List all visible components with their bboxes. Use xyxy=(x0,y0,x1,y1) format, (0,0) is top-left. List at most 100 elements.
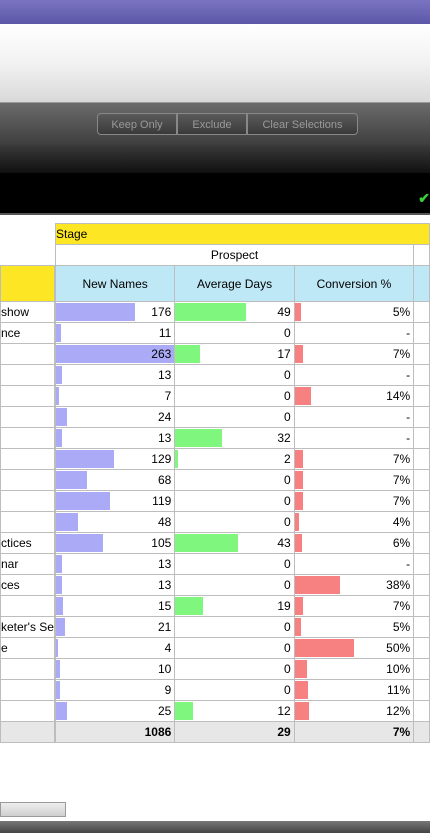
table-row[interactable]: nar 13 0- xyxy=(0,553,430,575)
conversion-cell[interactable]: 7% xyxy=(293,595,415,617)
average-days-cell[interactable]: 2 xyxy=(174,448,295,470)
table-row[interactable]: nce 11 0- xyxy=(0,322,430,344)
row-label[interactable] xyxy=(0,469,55,491)
table-row[interactable]: 68 0 7% xyxy=(0,469,430,491)
average-days-cell[interactable]: 0 xyxy=(174,616,295,638)
row-label[interactable]: ces xyxy=(0,574,55,596)
conversion-cell[interactable]: - xyxy=(293,364,415,386)
new-names-cell[interactable]: 9 xyxy=(54,679,176,701)
average-days-cell[interactable]: 0 xyxy=(174,658,295,680)
table-row[interactable]: show 176 49 5% xyxy=(0,301,430,323)
average-days-cell[interactable]: 0 xyxy=(174,637,295,659)
new-names-cell[interactable]: 15 xyxy=(54,595,176,617)
conversion-cell[interactable]: 5% xyxy=(293,616,415,638)
prospect-header[interactable]: Prospect xyxy=(54,244,415,266)
new-names-cell[interactable]: 13 xyxy=(54,574,176,596)
table-row[interactable]: 7 0 14% xyxy=(0,385,430,407)
table-row[interactable]: ctices 105 43 6% xyxy=(0,532,430,554)
column-header-average-days[interactable]: Average Days xyxy=(174,265,295,302)
new-names-cell[interactable]: 11 xyxy=(54,322,176,344)
table-row[interactable]: 129 2 7% xyxy=(0,448,430,470)
conversion-cell[interactable]: - xyxy=(293,553,415,575)
average-days-cell[interactable]: 0 xyxy=(174,679,295,701)
table-row[interactable]: e 4 0 50% xyxy=(0,637,430,659)
average-days-cell[interactable]: 32 xyxy=(174,427,295,449)
new-names-cell[interactable]: 10 xyxy=(54,658,176,680)
row-label[interactable]: nar xyxy=(0,553,55,575)
column-header-conversion[interactable]: Conversion % xyxy=(293,265,415,302)
row-label[interactable] xyxy=(0,448,55,470)
table-row[interactable]: ces 13 0 38% xyxy=(0,574,430,596)
average-days-cell[interactable]: 19 xyxy=(174,595,295,617)
average-days-cell[interactable]: 0 xyxy=(174,406,295,428)
row-label[interactable] xyxy=(0,595,55,617)
row-label[interactable] xyxy=(0,700,55,722)
table-row[interactable]: 13 0- xyxy=(0,364,430,386)
new-names-cell[interactable]: 13 xyxy=(54,427,176,449)
new-names-cell[interactable]: 68 xyxy=(54,469,176,491)
row-label[interactable]: nce xyxy=(0,322,55,344)
table-row[interactable]: 9 0 11% xyxy=(0,679,430,701)
conversion-cell[interactable]: 12% xyxy=(293,700,415,722)
new-names-cell[interactable]: 119 xyxy=(54,490,176,512)
row-label[interactable] xyxy=(0,679,55,701)
average-days-cell[interactable]: 17 xyxy=(174,343,295,365)
row-label[interactable]: show xyxy=(0,301,55,323)
conversion-cell[interactable]: 7% xyxy=(293,448,415,470)
new-names-cell[interactable]: 13 xyxy=(54,553,176,575)
conversion-cell[interactable]: 10% xyxy=(293,658,415,680)
conversion-cell[interactable]: 7% xyxy=(293,490,415,512)
stage-header[interactable]: Stage xyxy=(54,223,430,245)
new-names-cell[interactable]: 105 xyxy=(54,532,176,554)
table-row[interactable]: 48 0 4% xyxy=(0,511,430,533)
table-row[interactable]: 119 0 7% xyxy=(0,490,430,512)
row-label[interactable] xyxy=(0,406,55,428)
new-names-cell[interactable]: 21 xyxy=(54,616,176,638)
horizontal-scrollbar[interactable] xyxy=(0,802,66,817)
average-days-cell[interactable]: 12 xyxy=(174,700,295,722)
table-row[interactable]: keter's Se 21 0 5% xyxy=(0,616,430,638)
table-row[interactable]: 25 12 12% xyxy=(0,700,430,722)
new-names-cell[interactable]: 7 xyxy=(54,385,176,407)
row-label[interactable]: e xyxy=(0,637,55,659)
conversion-cell[interactable]: 6% xyxy=(293,532,415,554)
new-names-cell[interactable]: 129 xyxy=(54,448,176,470)
table-row[interactable]: 263 17 7% xyxy=(0,343,430,365)
conversion-cell[interactable]: 38% xyxy=(293,574,415,596)
row-label[interactable]: keter's Se xyxy=(0,616,55,638)
clear-selections-button[interactable]: Clear Selections xyxy=(247,113,358,135)
row-label[interactable] xyxy=(0,658,55,680)
new-names-cell[interactable]: 13 xyxy=(54,364,176,386)
row-label[interactable] xyxy=(0,364,55,386)
average-days-cell[interactable]: 0 xyxy=(174,511,295,533)
conversion-cell[interactable]: 50% xyxy=(293,637,415,659)
conversion-cell[interactable]: 7% xyxy=(293,343,415,365)
row-label[interactable] xyxy=(0,511,55,533)
table-row[interactable]: 15 19 7% xyxy=(0,595,430,617)
dimension-header[interactable] xyxy=(0,265,55,302)
average-days-cell[interactable]: 43 xyxy=(174,532,295,554)
table-row[interactable]: 10 0 10% xyxy=(0,658,430,680)
conversion-cell[interactable]: 14% xyxy=(293,385,415,407)
average-days-cell[interactable]: 49 xyxy=(174,301,295,323)
new-names-cell[interactable]: 25 xyxy=(54,700,176,722)
conversion-cell[interactable]: - xyxy=(293,322,415,344)
row-label[interactable] xyxy=(0,490,55,512)
average-days-cell[interactable]: 0 xyxy=(174,322,295,344)
row-label[interactable] xyxy=(0,343,55,365)
new-names-cell[interactable]: 24 xyxy=(54,406,176,428)
column-header-new-names[interactable]: New Names xyxy=(54,265,176,302)
new-names-cell[interactable]: 48 xyxy=(54,511,176,533)
exclude-button[interactable]: Exclude xyxy=(177,113,247,135)
average-days-cell[interactable]: 0 xyxy=(174,469,295,491)
average-days-cell[interactable]: 0 xyxy=(174,364,295,386)
average-days-cell[interactable]: 0 xyxy=(174,385,295,407)
row-label[interactable] xyxy=(0,427,55,449)
conversion-cell[interactable]: - xyxy=(293,427,415,449)
conversion-cell[interactable]: 7% xyxy=(293,469,415,491)
average-days-cell[interactable]: 0 xyxy=(174,574,295,596)
new-names-cell[interactable]: 176 xyxy=(54,301,176,323)
conversion-cell[interactable]: - xyxy=(293,406,415,428)
average-days-cell[interactable]: 0 xyxy=(174,490,295,512)
row-label[interactable]: ctices xyxy=(0,532,55,554)
